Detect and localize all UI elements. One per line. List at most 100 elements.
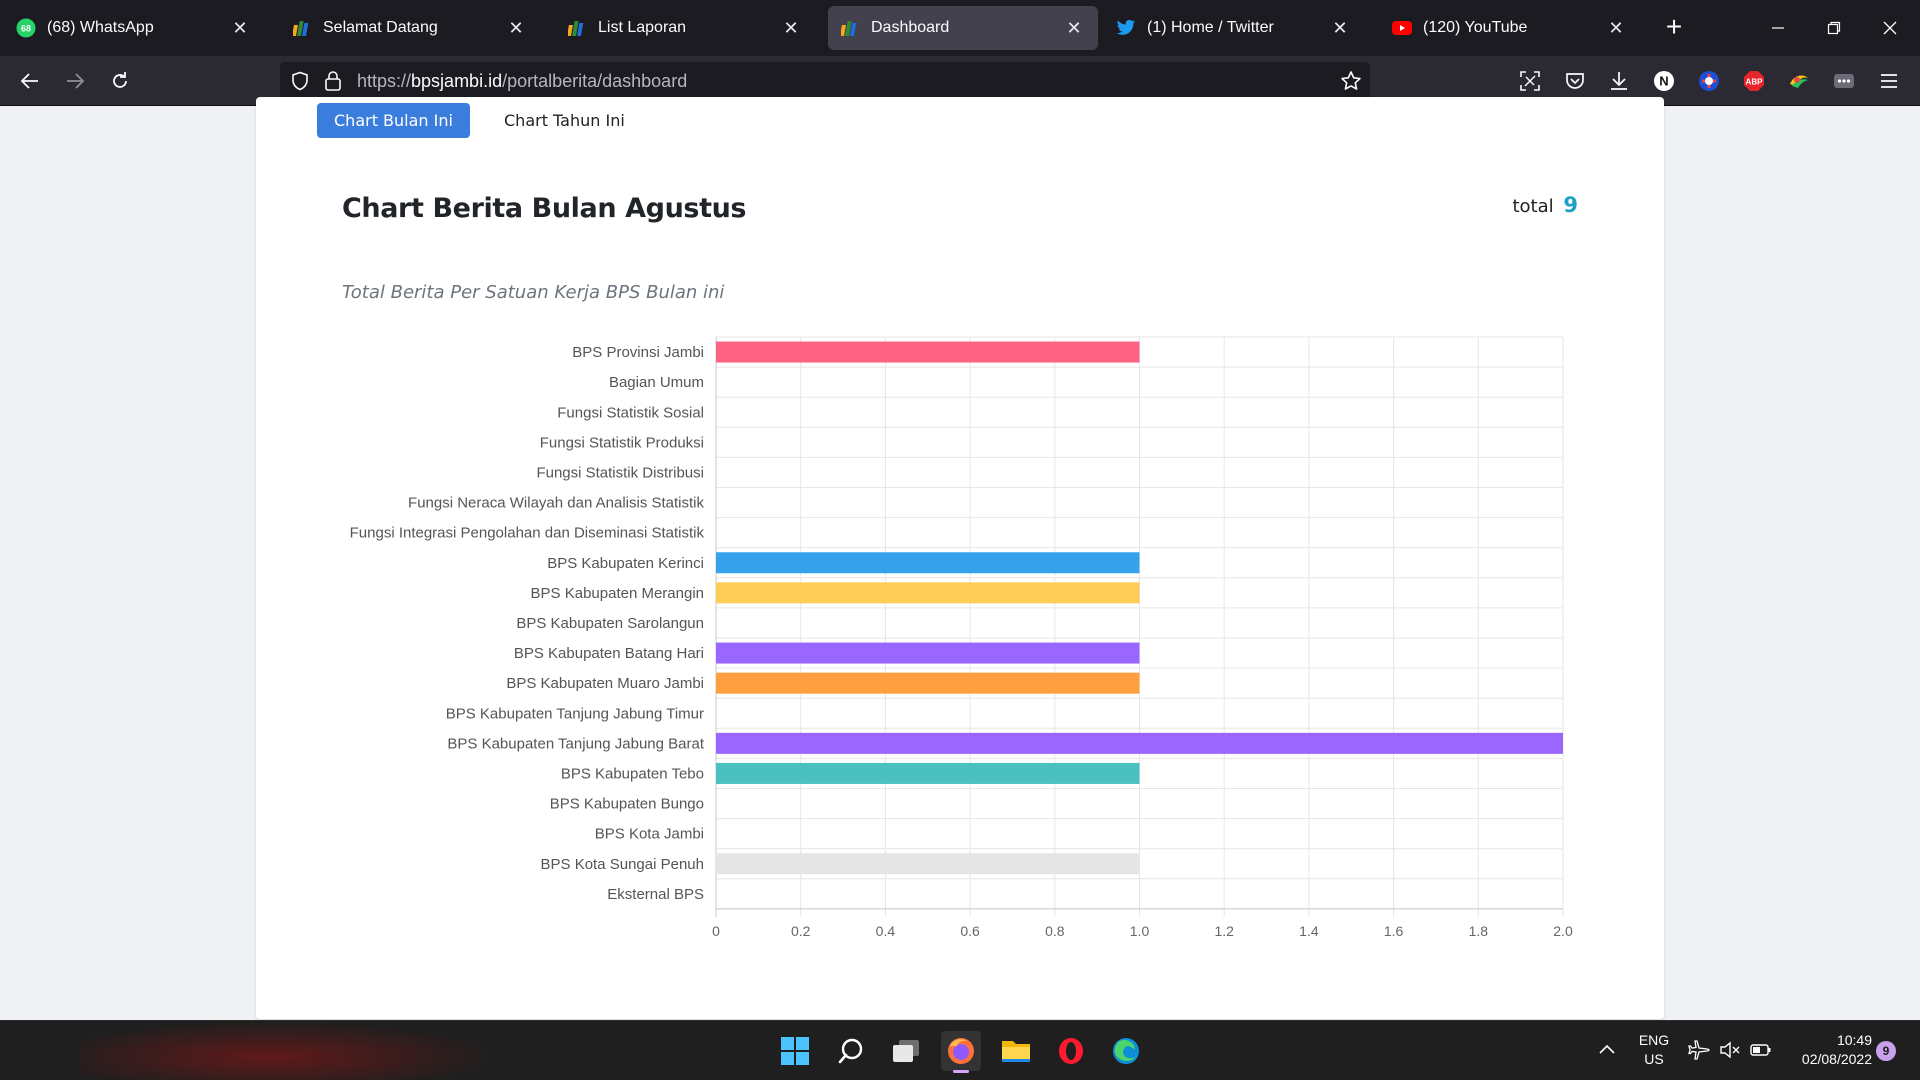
- tab-list-laporan[interactable]: List Laporan ✕: [555, 6, 815, 50]
- chart-bar: [716, 732, 1563, 754]
- url-path: /portalberita/dashboard: [502, 71, 688, 91]
- y-category-label: BPS Kabupaten Kerinci: [547, 555, 704, 572]
- n-extension-label: N: [1659, 74, 1668, 89]
- wallpaper-glow: [80, 1021, 500, 1080]
- x-tick-label: 1.8: [1469, 923, 1489, 939]
- tab-dashboard[interactable]: Dashboard ✕: [828, 6, 1098, 50]
- colorful-extension-icon[interactable]: [1787, 69, 1811, 93]
- language-indicator[interactable]: ENG US: [1634, 1031, 1674, 1069]
- page-viewport: Chart Bulan Ini Chart Tahun Ini Chart Be…: [0, 97, 1920, 1020]
- windows-taskbar: ENG US 10:49 02/08/2022 9: [0, 1020, 1920, 1080]
- vpn-icon[interactable]: [1697, 69, 1721, 93]
- tab-whatsapp[interactable]: 68 (68) WhatsApp ✕: [4, 6, 264, 50]
- x-tick-label: 0: [712, 923, 720, 939]
- screenshot-icon[interactable]: [1518, 69, 1542, 93]
- opera-icon[interactable]: [1051, 1031, 1091, 1071]
- forward-arrow-icon: [67, 73, 85, 89]
- y-category-label: BPS Kabupaten Muaro Jambi: [506, 675, 704, 692]
- whatsapp-badge: 68: [21, 24, 31, 34]
- close-window-button[interactable]: [1876, 14, 1904, 42]
- y-category-label: Eksternal BPS: [607, 886, 704, 903]
- close-icon[interactable]: ✕: [781, 18, 801, 38]
- x-tick-label: 1.6: [1384, 923, 1404, 939]
- tab-twitter[interactable]: (1) Home / Twitter ✕: [1104, 6, 1364, 50]
- restore-button[interactable]: [1820, 14, 1848, 42]
- lock-icon[interactable]: [324, 70, 342, 97]
- y-category-label: BPS Kabupaten Tanjung Jabung Barat: [447, 735, 704, 752]
- close-icon[interactable]: ✕: [1064, 18, 1084, 38]
- y-category-label: Fungsi Integrasi Pengolahan dan Disemina…: [350, 525, 705, 542]
- y-category-label: BPS Kabupaten Tebo: [561, 765, 704, 782]
- adblock-label: ABP: [1746, 78, 1764, 87]
- tab-title: (1) Home / Twitter: [1147, 19, 1274, 36]
- firefox-icon[interactable]: [941, 1031, 981, 1073]
- task-view-icon[interactable]: [886, 1031, 926, 1071]
- bookmark-star-icon[interactable]: [1340, 70, 1362, 97]
- url-domain: bpsjambi.id: [411, 71, 503, 91]
- url-scheme: https://: [357, 71, 412, 91]
- y-category-label: BPS Kabupaten Bungo: [550, 796, 704, 813]
- clock-time: 10:49: [1836, 1032, 1872, 1048]
- tab-title: (120) YouTube: [1423, 19, 1528, 36]
- chart-bar: [716, 672, 1140, 694]
- y-category-label: Fungsi Statistik Distribusi: [536, 464, 704, 481]
- airplane-mode-icon[interactable]: [1688, 1040, 1710, 1065]
- x-tick-label: 0.4: [876, 923, 896, 939]
- tab-title: (68) WhatsApp: [47, 19, 154, 36]
- battery-icon[interactable]: [1750, 1040, 1772, 1065]
- back-button[interactable]: [14, 65, 46, 97]
- adblock-plus-icon[interactable]: ABP: [1742, 69, 1766, 93]
- x-tick-label: 2.0: [1553, 923, 1573, 939]
- chart-bar: [716, 582, 1140, 604]
- shield-icon[interactable]: [290, 71, 310, 96]
- n-extension-icon[interactable]: N: [1652, 69, 1676, 93]
- notification-badge[interactable]: 9: [1876, 1041, 1896, 1061]
- url-text[interactable]: https://bpsjambi.id/portalberita/dashboa…: [357, 71, 687, 92]
- close-icon[interactable]: ✕: [1606, 18, 1626, 38]
- y-category-label: BPS Kota Jambi: [595, 826, 704, 843]
- edge-icon[interactable]: [1106, 1031, 1146, 1071]
- tab-title: Dashboard: [871, 19, 950, 36]
- chart-bar: [716, 552, 1140, 574]
- close-icon[interactable]: ✕: [506, 18, 526, 38]
- bps-icon: [567, 18, 587, 38]
- tab-title: List Laporan: [598, 19, 687, 36]
- show-hidden-icons-button[interactable]: [1598, 1041, 1616, 1060]
- reload-button[interactable]: [104, 65, 136, 97]
- minimize-button[interactable]: [1764, 14, 1792, 42]
- chart-bar: [716, 762, 1140, 784]
- youtube-icon: [1392, 18, 1412, 38]
- y-category-label: BPS Kabupaten Merangin: [531, 585, 704, 602]
- language-code: ENG: [1638, 1032, 1670, 1048]
- download-icon[interactable]: [1607, 69, 1631, 93]
- bar-chart: 0 0.2 0.4 0.6 0.8 1.0 1.2 1.4 1.6 1.8 2.0 BPS Provi…: [350, 336, 1573, 939]
- windows-start-icon[interactable]: [775, 1031, 815, 1071]
- file-explorer-icon[interactable]: [996, 1031, 1036, 1071]
- menu-icon[interactable]: [1877, 69, 1901, 93]
- keyboard-region: US: [1644, 1051, 1664, 1067]
- chart-bar: [716, 853, 1140, 875]
- chevron-up-icon: [1599, 1044, 1615, 1054]
- back-arrow-icon: [20, 73, 38, 89]
- close-icon[interactable]: ✕: [1330, 18, 1350, 38]
- x-tick-label: 0.2: [791, 923, 811, 939]
- volume-muted-icon[interactable]: [1719, 1040, 1741, 1065]
- tab-youtube[interactable]: (120) YouTube ✕: [1380, 6, 1640, 50]
- close-icon[interactable]: ✕: [230, 18, 250, 38]
- clock[interactable]: 10:49 02/08/2022: [1782, 1031, 1872, 1069]
- y-category-label: Fungsi Neraca Wilayah dan Analisis Stati…: [408, 495, 704, 512]
- pocket-icon[interactable]: [1563, 69, 1587, 93]
- chart-card: Chart Bulan Ini Chart Tahun Ini Chart Be…: [256, 97, 1664, 1019]
- browser-tab-bar: 68 (68) WhatsApp ✕ Selamat Datang ✕ List…: [0, 0, 1920, 56]
- y-category-label: BPS Kabupaten Tanjung Jabung Timur: [446, 705, 704, 722]
- search-icon[interactable]: [831, 1031, 871, 1071]
- more-extension-icon[interactable]: [1832, 69, 1856, 93]
- address-bar[interactable]: https://bpsjambi.id/portalberita/dashboa…: [280, 62, 1370, 100]
- y-category-label: BPS Provinsi Jambi: [572, 344, 704, 361]
- new-tab-button[interactable]: +: [1660, 13, 1688, 42]
- bps-icon: [840, 18, 860, 38]
- clock-date: 02/08/2022: [1801, 1051, 1872, 1067]
- bps-icon: [292, 18, 312, 38]
- tab-selamat-datang[interactable]: Selamat Datang ✕: [280, 6, 540, 50]
- forward-button[interactable]: [59, 65, 91, 97]
